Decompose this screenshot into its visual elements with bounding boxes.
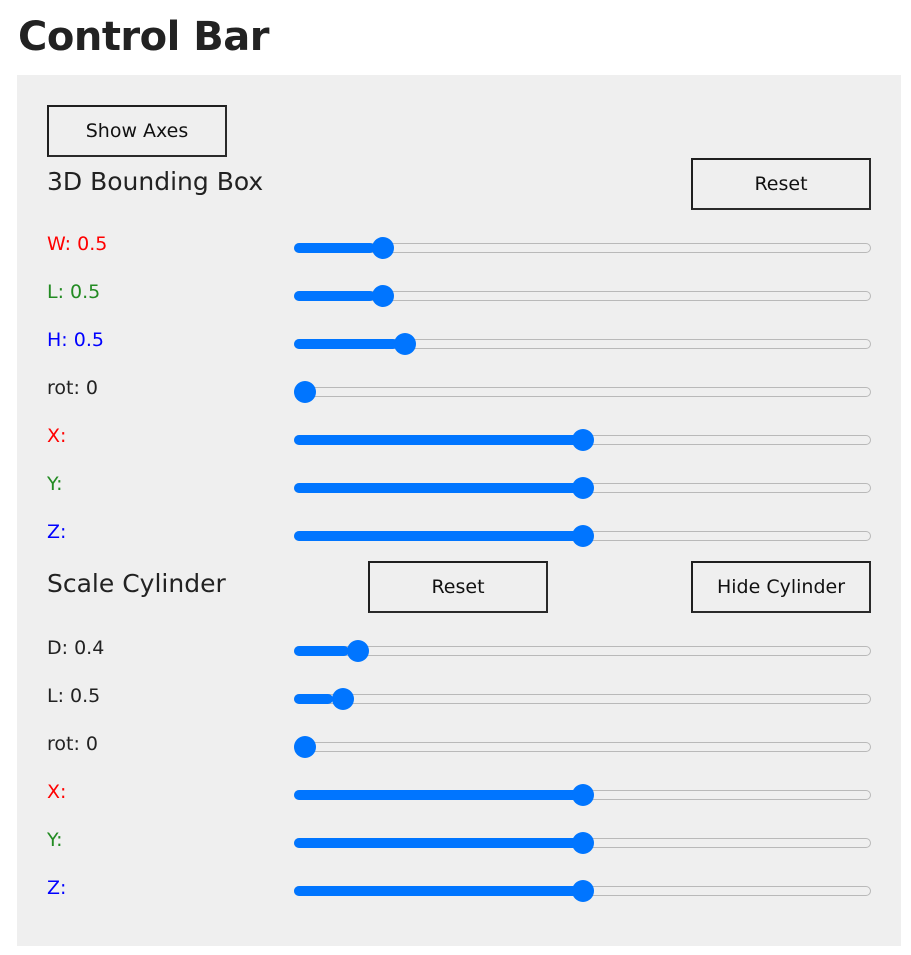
cylinder-label-5: Z: [47,877,67,899]
cylinder-slider-3[interactable] [294,783,871,809]
slider-thumb[interactable] [371,285,394,307]
slider-fill [294,531,583,541]
bbox-slider-4[interactable] [294,428,871,454]
cylinder-label-3: X: [47,781,67,803]
bbox-label-0: W: 0.5 [47,233,108,255]
hide-cylinder-button[interactable]: Hide Cylinder [691,561,871,613]
bbox-label-5: Y: [47,473,63,495]
slider-fill [294,291,375,301]
slider-fill [294,886,583,896]
bounding-box-title: 3D Bounding Box [47,167,264,196]
slider-thumb[interactable] [346,640,369,662]
cylinder-label-4: Y: [47,829,63,851]
bbox-label-6: Z: [47,521,67,543]
slider-thumb[interactable] [571,784,594,806]
slider-track [294,387,871,397]
cylinder-reset-button[interactable]: Reset [368,561,548,613]
bbox-slider-6[interactable] [294,524,871,550]
show-axes-button[interactable]: Show Axes [47,105,227,157]
slider-fill [294,790,583,800]
slider-thumb[interactable] [571,880,594,902]
slider-fill [294,435,583,445]
slider-thumb[interactable] [571,429,594,451]
cylinder-slider-4[interactable] [294,831,871,857]
page-title: Control Bar [18,14,269,60]
cylinder-slider-0[interactable] [294,639,871,665]
slider-fill [294,646,349,656]
cylinder-slider-1[interactable] [294,687,871,713]
slider-track [294,742,871,752]
slider-fill [294,339,398,349]
cylinder-title: Scale Cylinder [47,569,226,598]
slider-fill [294,838,583,848]
bbox-label-2: H: 0.5 [47,329,104,351]
slider-thumb[interactable] [331,688,354,710]
slider-fill [294,694,334,704]
slider-track [294,694,871,704]
cylinder-label-1: L: 0.5 [47,685,101,707]
bbox-reset-button[interactable]: Reset [691,158,871,210]
slider-thumb[interactable] [571,832,594,854]
slider-thumb[interactable] [571,477,594,499]
bbox-slider-1[interactable] [294,284,871,310]
bbox-slider-5[interactable] [294,476,871,502]
bbox-label-1: L: 0.5 [47,281,101,303]
bbox-slider-2[interactable] [294,332,871,358]
slider-thumb[interactable] [393,333,416,355]
slider-thumb[interactable] [294,736,316,758]
slider-thumb[interactable] [294,381,316,403]
slider-track [294,646,871,656]
bbox-label-3: rot: 0 [47,377,98,399]
bbox-slider-0[interactable] [294,236,871,262]
cylinder-slider-2[interactable] [294,735,871,761]
slider-thumb[interactable] [571,525,594,547]
slider-fill [294,243,375,253]
cylinder-label-0: D: 0.4 [47,637,105,659]
control-panel: Show Axes 3D Bounding Box Reset W: 0.5 L:… [17,75,901,946]
bbox-slider-3[interactable] [294,380,871,406]
cylinder-slider-5[interactable] [294,879,871,905]
bbox-label-4: X: [47,425,67,447]
slider-fill [294,483,583,493]
slider-thumb[interactable] [371,237,394,259]
cylinder-label-2: rot: 0 [47,733,98,755]
